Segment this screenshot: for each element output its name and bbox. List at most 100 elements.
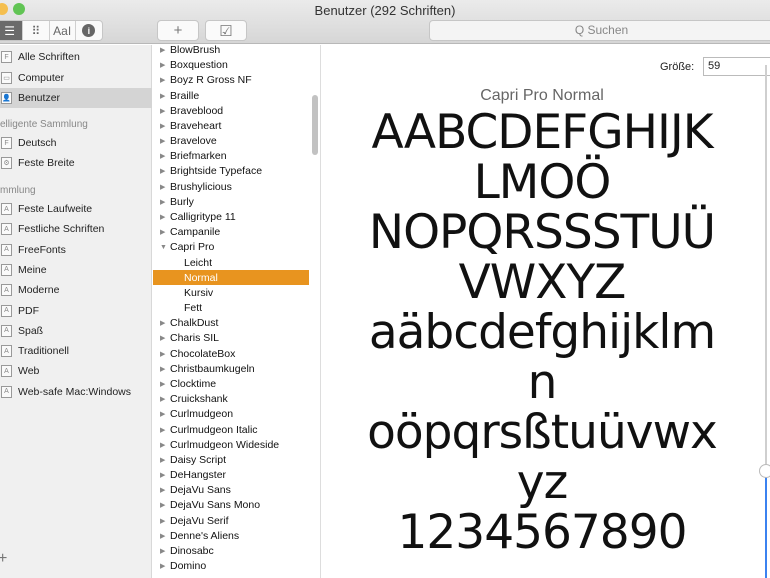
disclosure-closed-icon[interactable]: ▶ [160, 350, 169, 358]
sidebar-item-collection-3[interactable]: A Meine [0, 260, 152, 280]
font-family-item[interactable]: ▶ Burly [153, 194, 309, 209]
disclosure-closed-icon[interactable]: ▶ [160, 92, 169, 100]
disclosure-closed-icon[interactable]: ▶ [160, 562, 169, 570]
font-style-item[interactable]: Fett [153, 301, 309, 316]
font-list-scrollbar[interactable] [312, 95, 318, 155]
disclosure-closed-icon[interactable]: ▶ [160, 441, 169, 449]
font-family-item[interactable]: ▶ Cruickshank [153, 392, 309, 407]
disclosure-closed-icon[interactable]: ▶ [160, 46, 169, 54]
sidebar-item-benutzer[interactable]: 👤 Benutzer [0, 88, 152, 108]
font-family-item[interactable]: ▶ Curlmudgeon Italic [153, 422, 309, 437]
disclosure-closed-icon[interactable]: ▶ [160, 213, 169, 221]
font-name: Clocktime [170, 377, 217, 390]
preview-line: aäbcdefghijklm [368, 305, 716, 360]
font-family-item[interactable]: ▶ Bravelove [153, 134, 309, 149]
sidebar-item-alle-schriften[interactable]: F Alle Schriften [0, 47, 152, 67]
disclosure-closed-icon[interactable]: ▶ [160, 380, 169, 388]
disclosure-closed-icon[interactable]: ▶ [160, 107, 169, 115]
font-family-item[interactable]: ▶ DejaVu Serif [153, 513, 309, 528]
font-style-item[interactable]: Kursiv [153, 285, 309, 300]
disclosure-closed-icon[interactable]: ▶ [160, 410, 169, 418]
font-family-item[interactable]: ▼ Capri Pro [153, 240, 309, 255]
disclosure-closed-icon[interactable]: ▶ [160, 365, 169, 373]
sidebar-item-label: Feste Breite [18, 157, 75, 169]
font-name: DejaVu Serif [170, 514, 229, 527]
font-family-item[interactable]: ▶ DejaVu Sans Mono [153, 498, 309, 513]
font-family-item[interactable]: ▶ Braille [153, 88, 309, 103]
disclosure-closed-icon[interactable]: ▶ [160, 137, 169, 145]
sidebar-item-collection-8[interactable]: A Web [0, 361, 152, 381]
font-name: Boxquestion [170, 59, 228, 72]
font-family-item[interactable]: ▶ ChocolateBox [153, 346, 309, 361]
font-family-item[interactable]: ▶ Daisy Script [153, 452, 309, 467]
sidebar-item-smart-1[interactable]: ⚙ Feste Breite [0, 153, 152, 173]
font-family-item[interactable]: ▶ Brightside Typeface [153, 164, 309, 179]
sidebar-item-collection-1[interactable]: A Festliche Schriften [0, 219, 152, 239]
disclosure-closed-icon[interactable]: ▶ [160, 471, 169, 479]
disclosure-closed-icon[interactable]: ▶ [160, 501, 169, 509]
font-family-item[interactable]: ▶ Curlmudgeon Wideside [153, 437, 309, 452]
sidebar-item-collection-5[interactable]: A PDF [0, 301, 152, 321]
font-name: Braille [170, 89, 200, 102]
disclosure-closed-icon[interactable]: ▶ [160, 456, 169, 464]
font-family-item[interactable]: ▶ ChalkDust [153, 316, 309, 331]
disclosure-closed-icon[interactable]: ▶ [160, 395, 169, 403]
sample-view-icon[interactable]: AaI [50, 21, 76, 40]
sidebar-item-computer[interactable]: ▭ Computer [0, 68, 152, 88]
disclosure-closed-icon[interactable]: ▶ [160, 122, 169, 130]
font-family-item[interactable]: ▶ Braveheart [153, 118, 309, 133]
font-family-item[interactable]: ▶ Denne's Aliens [153, 528, 309, 543]
disclosure-closed-icon[interactable]: ▶ [160, 61, 169, 69]
size-input[interactable]: 59 [703, 57, 770, 76]
font-family-item[interactable]: ▶ Brushylicious [153, 179, 309, 194]
size-slider-knob[interactable] [759, 464, 770, 478]
font-family-item[interactable]: ▶ DejaVu Sans [153, 483, 309, 498]
font-style-item[interactable]: Normal [153, 270, 309, 286]
disclosure-closed-icon[interactable]: ▶ [160, 183, 169, 191]
font-family-item[interactable]: ▶ Calligritype 11 [153, 209, 309, 224]
sidebar-item-collection-2[interactable]: A FreeFonts [0, 240, 152, 260]
font-family-item[interactable]: ▶ Briefmarken [153, 149, 309, 164]
search-input[interactable]: Q Suchen [429, 20, 770, 41]
disclosure-closed-icon[interactable]: ▶ [160, 228, 169, 236]
font-family-item[interactable]: ▶ BlowBrush [153, 45, 309, 58]
add-collection-button[interactable]: + [0, 550, 7, 568]
add-font-button[interactable]: + [157, 20, 199, 41]
font-family-item[interactable]: ▶ Christbaumkugeln [153, 361, 309, 376]
disclosure-closed-icon[interactable]: ▶ [160, 517, 169, 525]
font-family-item[interactable]: ▶ Clocktime [153, 376, 309, 391]
font-family-item[interactable]: ▶ DeHangster [153, 468, 309, 483]
grid-view-icon[interactable]: ⠿ [23, 21, 50, 40]
info-icon[interactable]: i [76, 21, 102, 40]
disclosure-closed-icon[interactable]: ▶ [160, 547, 169, 555]
font-family-item[interactable]: ▶ Dinosabc [153, 543, 309, 558]
disclosure-closed-icon[interactable]: ▶ [160, 76, 169, 84]
font-list: ▶ BlowBrush ▶ Boxquestion ▶ Boyz R Gross NF ▶ B… [153, 45, 321, 578]
font-family-item[interactable]: ▶ Boxquestion [153, 58, 309, 73]
font-family-item[interactable]: ▶ Domino [153, 559, 309, 574]
disclosure-closed-icon[interactable]: ▶ [160, 334, 169, 342]
disclosure-closed-icon[interactable]: ▶ [160, 486, 169, 494]
font-family-item[interactable]: ▶ Braveblood [153, 103, 309, 118]
font-family-item[interactable]: ▶ Campanile [153, 225, 309, 240]
font-style-item[interactable]: Leicht [153, 255, 309, 270]
sidebar-item-collection-4[interactable]: A Moderne [0, 280, 152, 300]
sidebar-item-collection-6[interactable]: A Spaß [0, 321, 152, 341]
disclosure-closed-icon[interactable]: ▶ [160, 319, 169, 327]
font-family-item[interactable]: ▶ Curlmudgeon [153, 407, 309, 422]
sidebar-item-smart-0[interactable]: F Deutsch [0, 133, 152, 153]
sidebar-item-collection-0[interactable]: A Feste Laufweite [0, 199, 152, 219]
disclosure-closed-icon[interactable]: ▶ [160, 198, 169, 206]
sidebar-item-collection-9[interactable]: A Web-safe Mac:Windows [0, 382, 152, 402]
disclosure-closed-icon[interactable]: ▶ [160, 426, 169, 434]
sidebar-item-collection-7[interactable]: A Traditionell [0, 341, 152, 361]
disclosure-open-icon[interactable]: ▼ [160, 244, 169, 251]
preview-line: NOPQRSSSTUÜ [368, 205, 716, 260]
font-family-item[interactable]: ▶ Boyz R Gross NF [153, 73, 309, 88]
validate-button[interactable]: ☑ [205, 20, 247, 41]
list-view-icon[interactable]: ☰ [0, 21, 24, 40]
font-family-item[interactable]: ▶ Charis SIL [153, 331, 309, 346]
disclosure-closed-icon[interactable]: ▶ [160, 532, 169, 540]
disclosure-closed-icon[interactable]: ▶ [160, 152, 169, 160]
disclosure-closed-icon[interactable]: ▶ [160, 167, 169, 175]
